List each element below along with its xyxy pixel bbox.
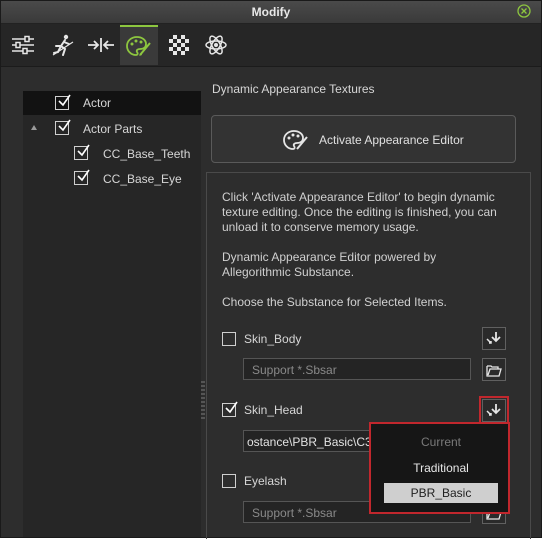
checkmark-icon bbox=[225, 401, 238, 414]
checkmark-icon bbox=[58, 119, 71, 132]
close-icon[interactable] bbox=[517, 4, 531, 18]
actor-parts-checkbox[interactable] bbox=[55, 119, 71, 135]
menu-item-current: Current bbox=[420, 435, 461, 449]
skin-body-checkbox[interactable] bbox=[222, 332, 236, 346]
menu-item-pbr-basic[interactable]: PBR_Basic bbox=[384, 483, 498, 503]
description-line: Dynamic Appearance Editor powered by bbox=[222, 250, 437, 264]
tree-item-label: Actor Parts bbox=[83, 122, 143, 136]
download-arrow-icon bbox=[486, 331, 501, 344]
substance-path-field[interactable]: ostance\PBR_Basic\C3 bbox=[243, 430, 383, 452]
atom-icon bbox=[205, 35, 227, 55]
teeth-checkbox[interactable] bbox=[74, 144, 90, 160]
object-tree: Actor Actor Parts CC_Base_Teeth CC_Base_… bbox=[23, 91, 201, 537]
description-line: unload it to conserve memory usage. bbox=[222, 220, 419, 234]
tab-sliders[interactable] bbox=[4, 25, 42, 65]
panel-splitter-grip[interactable] bbox=[201, 381, 205, 421]
tree-item-label: CC_Base_Teeth bbox=[103, 147, 191, 161]
expand-triangle-icon[interactable] bbox=[31, 125, 37, 130]
description-line: Choose the Substance for Selected Items. bbox=[222, 295, 447, 309]
activate-appearance-editor-button[interactable]: Activate Appearance Editor bbox=[211, 115, 516, 163]
actor-checkbox[interactable] bbox=[55, 94, 71, 110]
description-line: Allegorithmic Substance. bbox=[222, 265, 355, 279]
tree-item-label: Actor bbox=[83, 96, 112, 110]
substance-item-label: Skin_Head bbox=[244, 403, 303, 417]
tab-motion[interactable] bbox=[44, 25, 82, 65]
skin-head-checkbox[interactable] bbox=[222, 401, 238, 417]
eyelash-checkbox[interactable] bbox=[222, 474, 236, 488]
tab-material[interactable] bbox=[160, 25, 198, 65]
modify-window: Modify Actor Actor Parts CC_Base_Teeth C… bbox=[0, 0, 542, 539]
menu-item-traditional[interactable]: Traditional bbox=[384, 458, 498, 478]
arrows-inward-icon bbox=[88, 38, 114, 52]
palette-icon bbox=[126, 36, 151, 56]
tab-reach[interactable] bbox=[82, 25, 120, 65]
checkerboard-icon bbox=[169, 35, 189, 55]
description-line: texture editing. Once the editing is fin… bbox=[222, 205, 497, 219]
substance-preset-button[interactable] bbox=[482, 399, 506, 422]
eye-checkbox[interactable] bbox=[74, 169, 90, 185]
substance-item-label: Eyelash bbox=[244, 474, 287, 488]
tree-item-cc-base-teeth[interactable]: CC_Base_Teeth bbox=[23, 142, 201, 166]
tab-appearance[interactable] bbox=[120, 25, 158, 65]
download-arrow-icon bbox=[486, 403, 501, 416]
substance-preset-menu: Current Traditional PBR_Basic bbox=[369, 422, 510, 514]
activate-button-label: Activate Appearance Editor bbox=[319, 133, 464, 147]
checkmark-icon bbox=[77, 144, 90, 157]
window-title: Modify bbox=[251, 5, 291, 19]
tab-physics[interactable] bbox=[197, 25, 235, 65]
checkmark-icon bbox=[77, 169, 90, 182]
tree-item-label: CC_Base_Eye bbox=[103, 172, 182, 186]
tab-bar bbox=[1, 24, 541, 67]
title-bar: Modify bbox=[1, 1, 541, 24]
substance-preset-button[interactable] bbox=[482, 327, 506, 350]
checkmark-icon bbox=[58, 94, 71, 107]
description-line: Click 'Activate Appearance Editor' to be… bbox=[222, 190, 495, 204]
tree-item-actor-parts[interactable]: Actor Parts bbox=[23, 117, 201, 141]
running-figure-icon bbox=[52, 34, 74, 56]
sliders-icon bbox=[12, 35, 34, 55]
browse-folder-button[interactable] bbox=[482, 358, 506, 381]
substance-item-label: Skin_Body bbox=[244, 332, 302, 346]
section-title: Dynamic Appearance Textures bbox=[212, 82, 375, 96]
substance-path-field[interactable]: Support *.Sbsar bbox=[243, 358, 471, 380]
tree-item-cc-base-eye[interactable]: CC_Base_Eye bbox=[23, 167, 201, 191]
folder-open-icon bbox=[486, 364, 502, 377]
palette-icon bbox=[283, 130, 308, 150]
tree-item-actor[interactable]: Actor bbox=[23, 91, 201, 115]
